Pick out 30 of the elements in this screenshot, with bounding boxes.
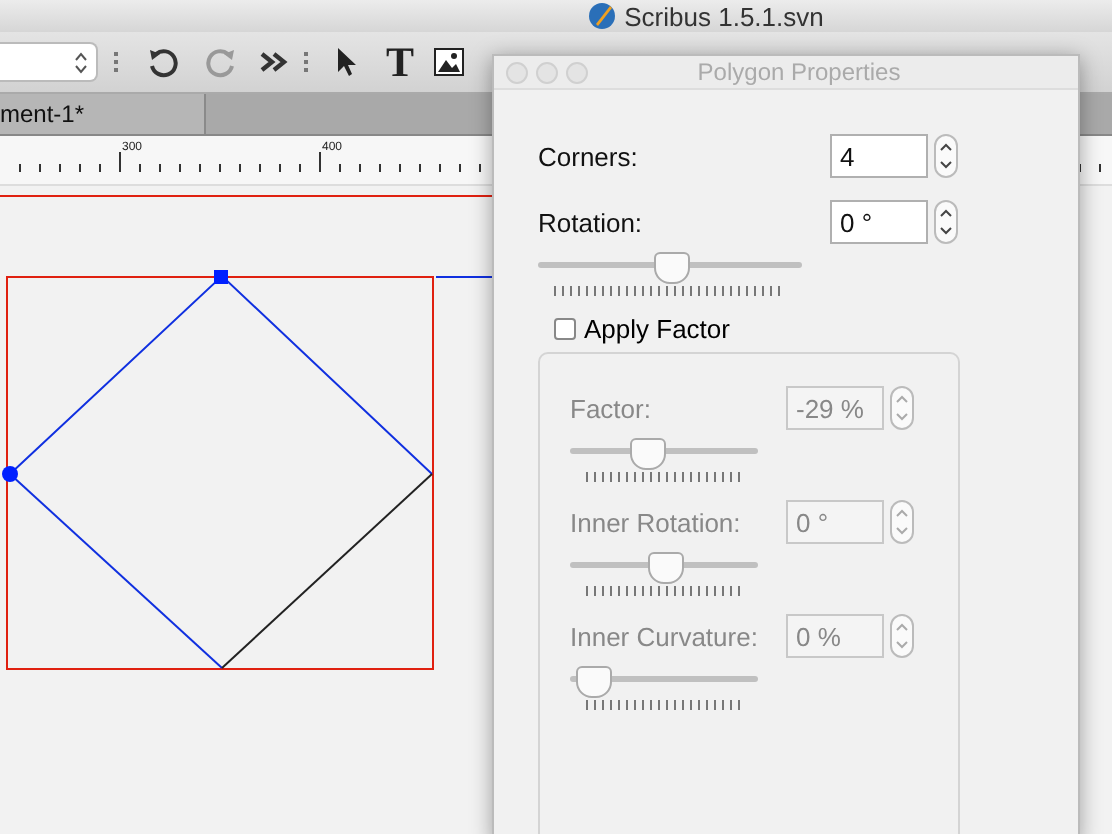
text-tool-button[interactable]: T [386,41,415,83]
double-chevron-icon[interactable] [260,52,288,72]
dialog-title: Polygon Properties [695,58,903,86]
redo-icon[interactable] [206,46,238,78]
number-field[interactable]: 0 ° [830,200,928,244]
document-tab[interactable]: ment-1* [0,94,207,134]
stepper-control[interactable] [934,200,958,244]
zoom-window-button[interactable] [566,61,588,83]
slider-thumb[interactable] [654,252,690,284]
baseline-guide [435,276,493,278]
stepper-control[interactable] [934,134,958,178]
close-window-button[interactable] [506,61,528,83]
pointer-icon[interactable] [336,46,358,78]
undo-icon[interactable] [146,46,178,78]
window-title: Scribus 1.5.1.svn [624,1,824,31]
field-label: Factor: [570,393,653,423]
field-label: Inner Curvature: [570,621,760,651]
minimize-window-button[interactable] [536,61,558,83]
app-logo-icon [588,2,617,30]
selection-handle[interactable] [2,466,18,482]
image-icon[interactable] [434,48,465,76]
field-label: Inner Rotation: [570,507,743,537]
field-label: Rotation: [538,207,645,237]
selection-handle[interactable] [214,270,228,284]
number-field[interactable]: 4 [830,134,928,178]
checkbox-label: Apply Factor [584,314,730,344]
field-label: Corners: [538,141,640,171]
font-size-dropdown[interactable] [0,42,98,82]
up-down-arrow-icon [74,51,88,73]
checkbox[interactable] [554,318,576,340]
